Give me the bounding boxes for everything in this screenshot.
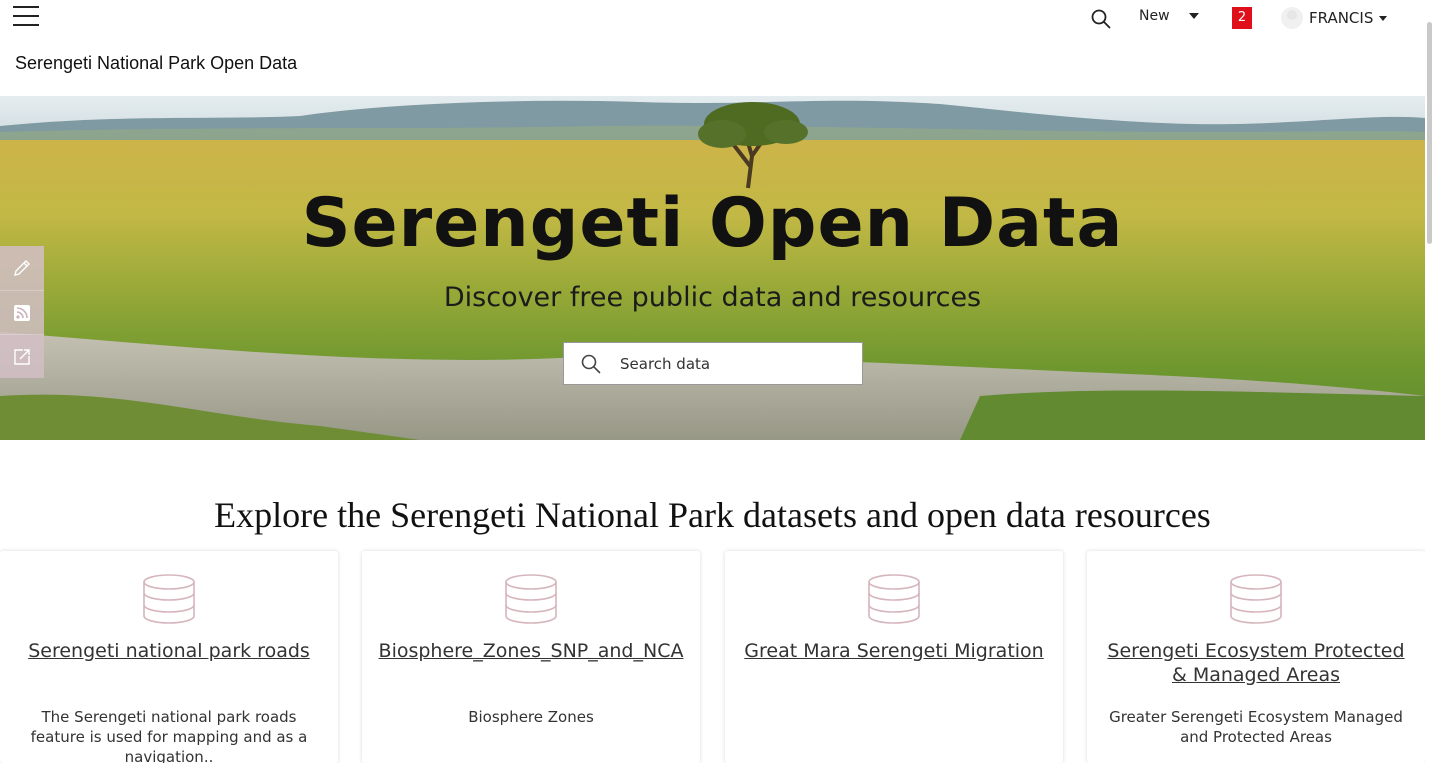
hero-banner: Serengeti Open Data Discover free public… — [0, 96, 1425, 440]
top-navigation-bar: New 2 FRANCIS — [0, 0, 1425, 36]
search-input[interactable] — [620, 354, 840, 373]
database-icon — [1230, 574, 1282, 624]
dataset-card-description: Greater Serengeti Ecosystem Managed and … — [1109, 708, 1403, 746]
caret-down-icon — [1188, 13, 1199, 19]
dataset-card-title[interactable]: Serengeti national park roads — [14, 639, 324, 663]
user-menu[interactable]: FRANCIS — [1281, 7, 1388, 29]
dataset-card-title[interactable]: Great Mara Serengeti Migration — [739, 639, 1049, 663]
rss-icon — [14, 304, 30, 321]
dataset-card[interactable]: Serengeti Ecosystem Protected & Managed … — [1087, 551, 1425, 763]
hamburger-menu-icon[interactable] — [13, 6, 39, 28]
side-toolbar — [0, 246, 44, 378]
caret-down-icon — [1379, 15, 1388, 21]
notification-badge[interactable]: 2 — [1232, 7, 1252, 29]
user-name: FRANCIS — [1309, 9, 1374, 27]
new-dropdown-button[interactable]: New — [1139, 8, 1199, 24]
search-icon[interactable] — [1090, 8, 1112, 30]
hero-search-box[interactable] — [563, 342, 863, 385]
scrollbar-thumb[interactable] — [1427, 22, 1432, 244]
search-icon — [581, 354, 601, 373]
edit-tool-button[interactable] — [0, 246, 44, 290]
pencil-icon — [14, 260, 30, 276]
explore-heading: Explore the Serengeti National Park data… — [214, 495, 1211, 535]
dataset-card[interactable]: Serengeti national park roads The Sereng… — [0, 551, 338, 763]
share-tool-button[interactable] — [0, 334, 44, 378]
dataset-card[interactable]: Great Mara Serengeti Migration — [725, 551, 1063, 763]
hero-title: Serengeti Open Data — [301, 184, 1124, 263]
savanna-background-image — [0, 96, 1425, 440]
dataset-card-title[interactable]: Biosphere_Zones_SNP_and_NCA — [376, 639, 686, 663]
dataset-card[interactable]: Biosphere_Zones_SNP_and_NCA Biosphere Zo… — [362, 551, 700, 763]
dataset-cards: Serengeti national park roads The Sereng… — [0, 551, 1425, 763]
new-button-label: New — [1139, 8, 1170, 24]
rss-tool-button[interactable] — [0, 290, 44, 334]
dataset-card-title[interactable]: Serengeti Ecosystem Protected & Managed … — [1101, 639, 1411, 687]
hero-subtitle: Discover free public data and resources — [443, 282, 982, 313]
avatar — [1281, 7, 1303, 29]
site-title[interactable]: Serengeti National Park Open Data — [15, 53, 297, 74]
share-icon — [14, 348, 30, 365]
database-icon — [505, 574, 557, 624]
database-icon — [868, 574, 920, 624]
dataset-card-description: The Serengeti national park roads featur… — [30, 708, 308, 763]
dataset-card-description: Biosphere Zones — [468, 708, 594, 726]
database-icon — [143, 574, 195, 624]
